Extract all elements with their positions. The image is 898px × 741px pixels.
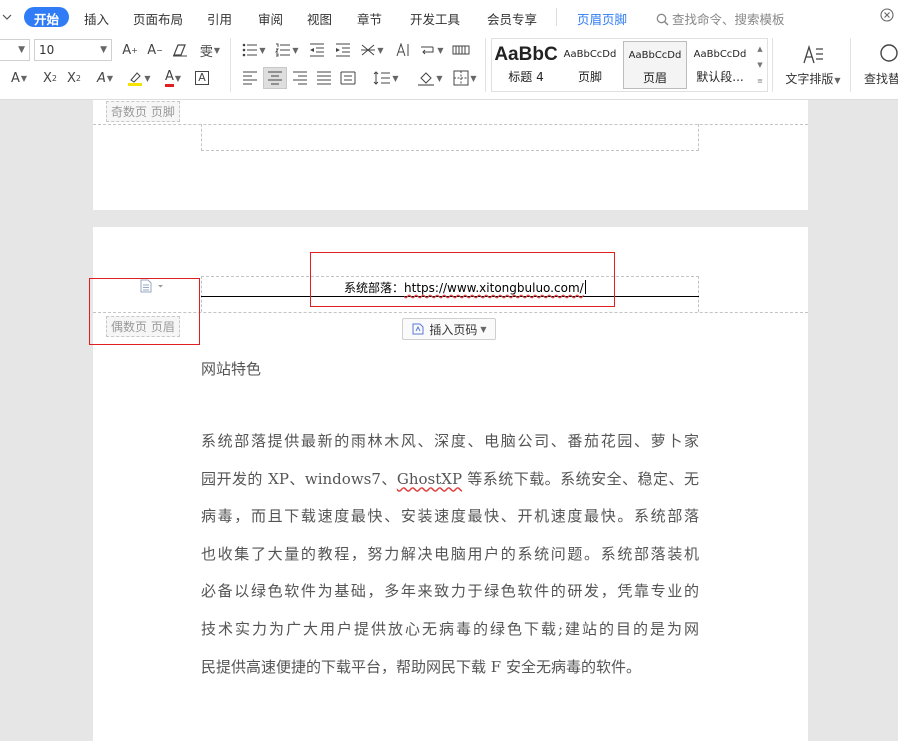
subscript-icon[interactable]: X2 xyxy=(64,68,84,88)
borders-icon[interactable]: ▼ xyxy=(450,68,480,88)
grow-font-icon[interactable]: A + xyxy=(120,40,140,60)
increase-indent-icon[interactable] xyxy=(332,40,354,60)
style-default-paragraph[interactable]: AaBbCcDd 默认段... xyxy=(688,41,752,89)
style-sample: AaBbC xyxy=(494,44,558,65)
header-boundary-line xyxy=(93,312,808,313)
style-name: 默认段... xyxy=(696,70,744,84)
close-icon[interactable] xyxy=(880,8,894,25)
tab-header-footer[interactable]: 页眉页脚 xyxy=(577,9,627,28)
tab-section[interactable]: 章节 xyxy=(357,9,382,28)
paragraph-line: 也收集了大量的教程，努力解决电脑用户的系统问题。系统部落装机 xyxy=(201,544,699,563)
superscript-icon[interactable]: X2 xyxy=(40,68,60,88)
tab-member[interactable]: 会员专享 xyxy=(487,9,537,28)
shading-icon[interactable]: ▼ xyxy=(414,68,446,88)
odd-page-footer-label: 奇数页 页脚 xyxy=(106,101,180,122)
font-size-combo[interactable]: 10 ▼ xyxy=(34,39,112,61)
document-page xyxy=(93,100,808,210)
tab-insert[interactable]: 插入 xyxy=(84,9,109,28)
justify-icon[interactable] xyxy=(314,68,334,88)
style-footer[interactable]: AaBbCcDd 页脚 xyxy=(558,41,622,89)
tab-home[interactable]: 开始 xyxy=(24,7,70,27)
page-number-icon xyxy=(412,323,424,335)
tab-review[interactable]: 审阅 xyxy=(258,9,283,28)
font-size-value: 10 xyxy=(39,43,55,57)
text-outline-icon[interactable]: A ▼ xyxy=(90,68,120,88)
line-break-icon[interactable]: ▼ xyxy=(418,40,446,60)
ribbon-divider xyxy=(485,38,486,92)
menu-separator xyxy=(556,8,557,26)
styles-scroll[interactable]: ▲ ▼ ≡ xyxy=(755,41,765,89)
ribbon-divider xyxy=(230,38,231,92)
distributed-align-icon[interactable] xyxy=(338,68,358,88)
clear-format-icon[interactable] xyxy=(170,40,190,60)
text-direction-icon[interactable] xyxy=(392,40,414,60)
style-header[interactable]: AaBbCcDd 页眉 xyxy=(623,41,687,89)
numbered-list-icon[interactable]: ▼ xyxy=(273,40,301,60)
style-name: 页脚 xyxy=(577,70,602,84)
chevron-up-icon[interactable]: ▲ xyxy=(755,41,765,57)
highlight-color-icon[interactable]: ▼ xyxy=(124,68,154,88)
chinese-layout-icon[interactable]: ▼ xyxy=(358,40,386,60)
find-icon xyxy=(880,44,898,62)
insert-page-number-button[interactable]: 插入页码 ▼ xyxy=(402,318,496,340)
distribute-chars-icon[interactable] xyxy=(450,40,472,60)
text-layout-label: 文字排版 xyxy=(785,72,834,86)
text-effect-icon[interactable]: A ▼ xyxy=(4,68,34,88)
more-icon[interactable]: ≡ xyxy=(755,73,765,89)
char-border-icon[interactable]: A xyxy=(192,68,212,88)
style-sample: AaBbCcDd xyxy=(563,49,617,60)
tab-page-layout[interactable]: 页面布局 xyxy=(133,9,183,28)
styles-gallery: AaBbC 标题 4 AaBbCcDd 页脚 AaBbCcDd 页眉 AaBbC… xyxy=(491,38,768,92)
command-search[interactable]: 查找命令、搜索模板 xyxy=(656,9,785,28)
line-spacing-icon[interactable]: ▼ xyxy=(370,68,402,88)
chevron-down-icon: ▼ xyxy=(18,45,25,55)
style-heading4[interactable]: AaBbC 标题 4 xyxy=(494,41,558,89)
style-sample: AaBbCcDd xyxy=(628,50,682,61)
ribbon-divider xyxy=(850,38,851,92)
highlight-box-header-label xyxy=(89,278,200,345)
paragraph-line: 园开发的 XP、windows7、GhostXP 等系统下载。系统安全、稳定、无 xyxy=(201,469,699,488)
doc-heading: 网站特色 xyxy=(201,360,262,378)
insert-page-number-label: 插入页码 xyxy=(429,322,478,337)
text-layout-icon xyxy=(803,44,823,64)
style-name: 标题 4 xyxy=(508,70,544,84)
ribbon-toolbar: ▼ 10 ▼ A + A − 雯 ▼ A ▼ X2 X2 A ▼ ▼ A ▼ A ▼ ▼ ▼… xyxy=(0,34,898,100)
shrink-font-icon[interactable]: A − xyxy=(145,40,165,60)
search-icon xyxy=(656,13,669,26)
tab-developer[interactable]: 开发工具 xyxy=(410,9,460,28)
font-color-icon[interactable]: A ▼ xyxy=(158,68,188,88)
footer-area[interactable] xyxy=(201,124,699,151)
menu-bar: 开始 插入 页面布局 引用 审阅 视图 章节 开发工具 会员专享 页眉页脚 查找… xyxy=(0,0,898,34)
highlight-box-header-text xyxy=(310,252,615,307)
align-right-icon[interactable] xyxy=(290,68,310,88)
bullet-list-icon[interactable]: ▼ xyxy=(240,40,268,60)
tab-view[interactable]: 视图 xyxy=(307,9,332,28)
search-placeholder: 查找命令、搜索模板 xyxy=(672,12,785,27)
font-name-combo[interactable]: ▼ xyxy=(0,39,30,61)
find-replace-label: 查找替 xyxy=(864,72,898,86)
collapse-chevron-icon[interactable] xyxy=(2,11,12,21)
align-left-icon[interactable] xyxy=(240,68,260,88)
style-sample: AaBbCcDd xyxy=(693,49,747,60)
align-center-icon[interactable] xyxy=(263,67,287,89)
doc-paragraph: 系统部落提供最新的雨林木风、深度、电脑公司、番茄花园、萝卜家 园开发的 XP、w… xyxy=(201,423,699,686)
paragraph-line: 病毒，而且下载速度最快、安装速度最快、开机速度最快。系统部落 xyxy=(201,507,699,526)
paragraph-line: 系统部落提供最新的雨林木风、深度、电脑公司、番茄花园、萝卜家 xyxy=(201,432,699,450)
paragraph-line: 必备以绿色软件为基础，多年来致力于绿色软件的研发，凭靠专业的 xyxy=(201,582,699,601)
decrease-indent-icon[interactable] xyxy=(306,40,328,60)
style-name: 页眉 xyxy=(642,71,667,85)
phonetic-guide-icon[interactable]: 雯 ▼ xyxy=(196,40,224,60)
tab-references[interactable]: 引用 xyxy=(207,9,232,28)
paragraph-line: 民提供高速便捷的下载平台，帮助网民下载 F 安全无病毒的软件。 xyxy=(201,657,641,676)
find-replace-button[interactable]: 查找替 xyxy=(858,38,898,87)
ribbon-divider xyxy=(772,38,773,92)
text-layout-button[interactable]: 文字排版▼ xyxy=(783,38,843,87)
chevron-down-icon: ▼ xyxy=(100,45,107,55)
paragraph-line: 技术实力为广大用户提供放心无病毒的绿色下载;建站的目的是为网 xyxy=(201,619,699,638)
chevron-down-icon[interactable]: ▼ xyxy=(755,57,765,73)
misspelled-word: GhostXP xyxy=(396,469,463,488)
